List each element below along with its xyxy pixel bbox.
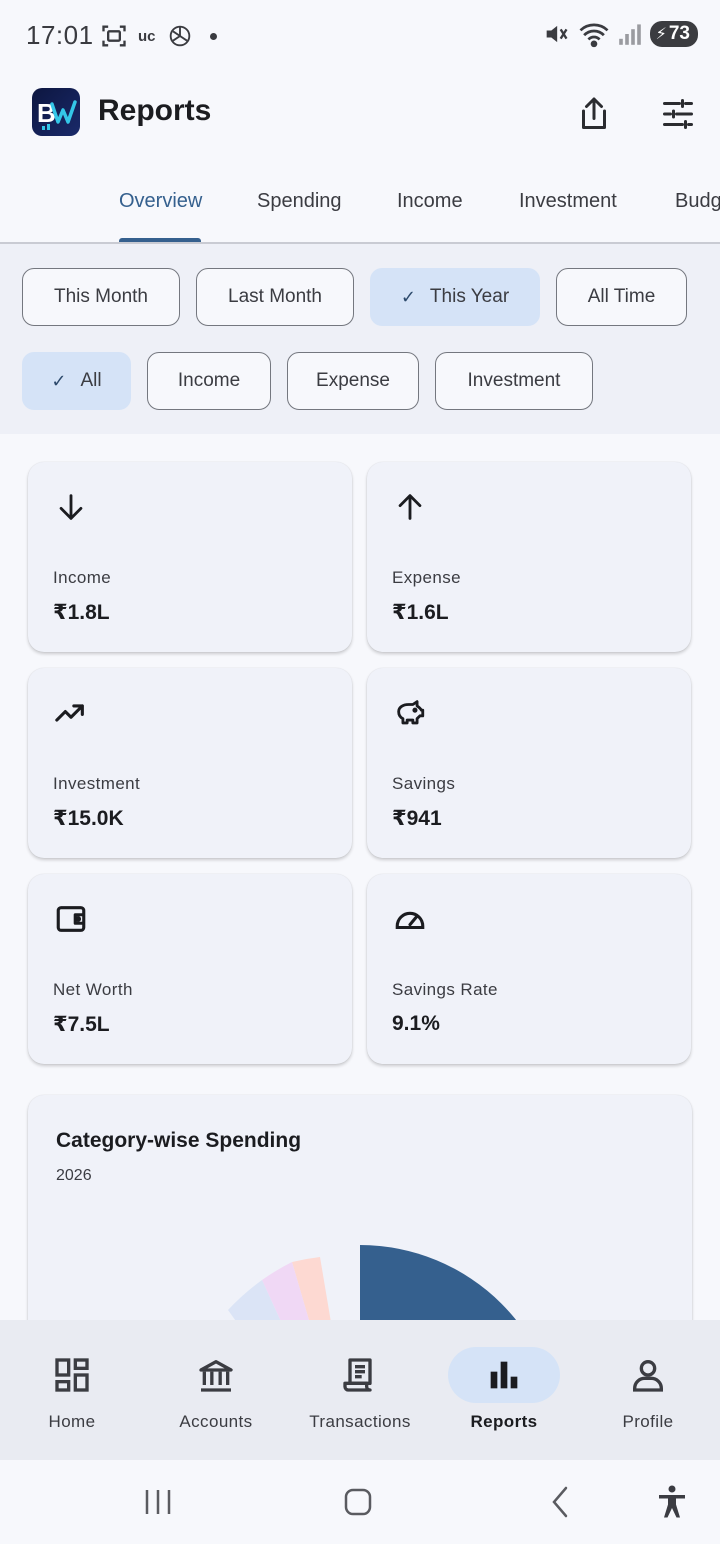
card-value: ₹1.8L: [53, 601, 110, 624]
mute-icon: [546, 25, 568, 43]
savings-rate-card[interactable]: Savings Rate 9.1%: [367, 874, 691, 1064]
filter-panel: This Month Last Month ✓ This Year All Ti…: [0, 244, 720, 434]
back-icon[interactable]: [540, 1482, 580, 1522]
chip-income[interactable]: Income: [147, 352, 271, 410]
status-bar: 17:01 uc ⚡ 73: [0, 0, 720, 70]
arrow-down-icon: [59, 494, 83, 520]
card-value: 9.1%: [392, 1012, 440, 1035]
chip-label: Income: [177, 370, 241, 391]
chip-label: All: [80, 370, 102, 391]
net-worth-card[interactable]: Net Worth ₹7.5L: [28, 874, 352, 1064]
tab-budget[interactable]: Budg: [675, 190, 720, 213]
arrow-up-icon: [398, 494, 422, 520]
chip-label: Investment: [467, 370, 561, 391]
chip-label: This Month: [54, 286, 148, 307]
nav-reports[interactable]: Reports: [432, 1320, 576, 1460]
person-icon: [633, 1360, 663, 1392]
nav-label: Home: [48, 1412, 96, 1431]
trending-up-icon: [55, 704, 84, 722]
nav-label: Accounts: [179, 1412, 253, 1431]
share-button[interactable]: [568, 88, 620, 140]
card-value: ₹7.5L: [53, 1013, 110, 1036]
card-label: Income: [53, 568, 112, 587]
receipt-icon: [343, 1358, 372, 1392]
bottom-navigation: Home Accounts Transactions Reports Profi…: [0, 1320, 720, 1460]
card-value: ₹941: [392, 807, 442, 830]
investment-card[interactable]: Investment ₹15.0K: [28, 668, 352, 858]
card-label: Expense: [392, 568, 461, 587]
nav-label: Profile: [622, 1412, 674, 1431]
chip-label: This Year: [429, 286, 510, 307]
tune-icon: [663, 99, 693, 129]
share-icon: [582, 97, 606, 129]
screenshot-icon: [102, 25, 126, 47]
nav-profile[interactable]: Profile: [576, 1320, 720, 1460]
nav-label: Reports: [470, 1412, 538, 1431]
status-time: 17:01: [26, 20, 94, 50]
nav-accounts[interactable]: Accounts: [144, 1320, 288, 1460]
nav-label: Transactions: [309, 1412, 411, 1431]
card-value: ₹1.6L: [392, 601, 449, 624]
signal-icon: [618, 24, 641, 45]
check-icon: ✓: [51, 370, 67, 391]
battery-charging-icon: ⚡: [655, 26, 667, 43]
bar-chart-icon: [490, 1361, 518, 1389]
card-label: Savings Rate: [392, 980, 498, 999]
recent-apps-icon[interactable]: [138, 1482, 178, 1522]
chip-label: All Time: [587, 286, 656, 307]
card-label: Investment: [53, 774, 141, 793]
tab-income[interactable]: Income: [397, 190, 463, 213]
home-icon[interactable]: [338, 1482, 378, 1522]
tab-investment[interactable]: Investment: [519, 190, 617, 213]
battery-indicator: ⚡ 73: [649, 21, 698, 47]
uc-badge: uc: [138, 27, 156, 45]
system-navigation: [0, 1460, 720, 1544]
tab-spending[interactable]: Spending: [257, 190, 342, 213]
card-label: Savings: [392, 774, 456, 793]
chip-this-month[interactable]: This Month: [22, 268, 180, 326]
speedometer-icon: [395, 911, 425, 930]
chip-all-time[interactable]: All Time: [556, 268, 687, 326]
accessibility-icon[interactable]: [652, 1482, 692, 1522]
nav-transactions[interactable]: Transactions: [288, 1320, 432, 1460]
chip-investment[interactable]: Investment: [435, 352, 593, 410]
savings-card[interactable]: Savings ₹941: [367, 668, 691, 858]
expense-card[interactable]: Expense ₹1.6L: [367, 462, 691, 652]
app-logo: B: [32, 88, 80, 136]
chip-last-month[interactable]: Last Month: [196, 268, 354, 326]
card-label: Net Worth: [53, 980, 133, 999]
report-tabs: Overview Spending Income Investment Budg: [0, 168, 720, 244]
notification-dot-icon: [209, 32, 217, 40]
chip-expense[interactable]: Expense: [287, 352, 419, 410]
income-card[interactable]: Income ₹1.8L: [28, 462, 352, 652]
tab-overview[interactable]: Overview: [119, 190, 202, 213]
piggy-bank-icon: [397, 700, 425, 725]
page-title: Reports: [98, 94, 212, 127]
chip-label: Last Month: [228, 286, 322, 307]
card-value: ₹15.0K: [53, 807, 124, 830]
wifi-icon: [579, 23, 609, 48]
chip-this-year[interactable]: ✓ This Year: [370, 268, 540, 326]
chip-label: Expense: [316, 370, 390, 391]
chip-all[interactable]: ✓ All: [22, 352, 131, 410]
check-icon: ✓: [400, 286, 416, 307]
filter-settings-button[interactable]: [652, 88, 704, 140]
app-bar: B Reports: [0, 70, 720, 160]
nav-home[interactable]: Home: [0, 1320, 144, 1460]
logo-letter: B: [37, 98, 56, 128]
bank-icon: [199, 1360, 233, 1392]
dashboard-icon: [55, 1358, 89, 1392]
battery-level: 73: [668, 23, 690, 44]
wallet-icon: [56, 906, 86, 932]
openai-icon: [169, 25, 190, 47]
